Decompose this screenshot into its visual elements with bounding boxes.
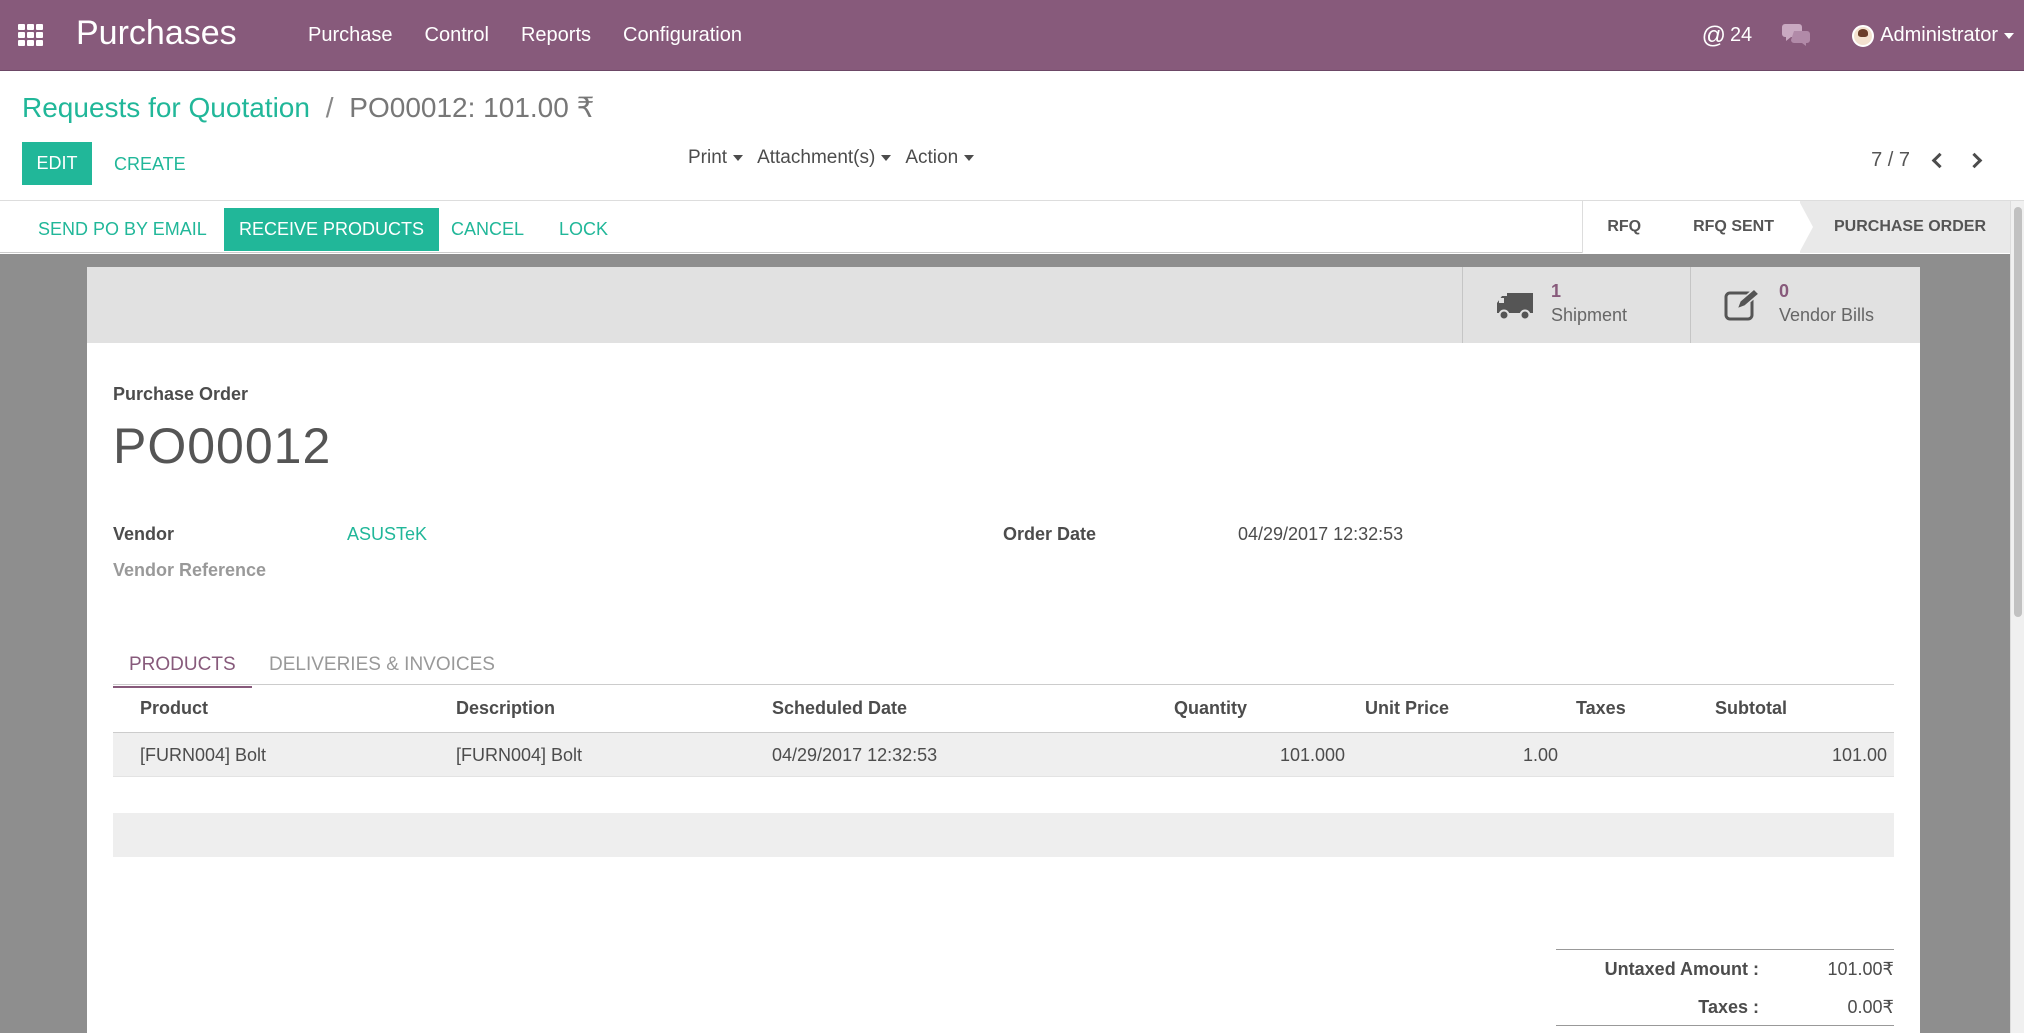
smart-button-box: 1 Shipment 0 Vendor Bills	[87, 267, 1920, 343]
order-date-field[interactable]: 04/29/2017 12:32:53	[1238, 524, 1403, 545]
apps-menu-icon[interactable]	[18, 24, 44, 46]
navbar-right: @ 24 Administrator	[1702, 0, 2024, 71]
top-navbar: Purchases Purchase Control Reports Confi…	[0, 0, 2024, 71]
pager: 7 / 7	[1871, 149, 1983, 172]
breadcrumb-current: PO00012: 101.00 ₹	[349, 92, 595, 123]
vendor-bills-count: 0	[1779, 281, 1790, 301]
mentions-count: 24	[1729, 24, 1753, 46]
chevron-down-icon	[964, 154, 975, 161]
totals-table: Untaxed Amount : 101.00₹ Taxes : 0.00₹	[1556, 949, 1894, 1026]
shipment-count: 1	[1551, 281, 1562, 301]
taxes-row: Taxes : 0.00₹	[1556, 988, 1894, 1026]
col-scheduled-date[interactable]: Scheduled Date	[772, 698, 907, 719]
order-lines-table: Product Description Scheduled Date Quant…	[113, 685, 1894, 857]
chevron-down-icon	[2004, 32, 2014, 39]
lock-button[interactable]: LOCK	[559, 208, 608, 251]
edit-button[interactable]: EDIT	[22, 142, 92, 185]
vendor-bills-label: Vendor Bills	[1779, 305, 1875, 325]
vendor-label: Vendor	[113, 524, 175, 544]
cell-unit-price: 1.00	[1523, 745, 1559, 765]
table-header: Product Description Scheduled Date Quant…	[113, 685, 1894, 733]
divider	[1556, 1025, 1894, 1026]
print-label: Print	[688, 147, 728, 168]
action-dropdown[interactable]: Action	[905, 147, 975, 169]
table-footer	[113, 813, 1894, 857]
receive-products-button[interactable]: RECEIVE PRODUCTS	[224, 208, 440, 251]
chevron-right-icon[interactable]	[1966, 152, 1983, 169]
menu-reports[interactable]: Reports	[521, 24, 591, 47]
col-unit-price[interactable]: Unit Price	[1365, 698, 1449, 719]
shipment-smart-button[interactable]: 1 Shipment	[1462, 267, 1690, 343]
col-product[interactable]: Product	[140, 698, 208, 719]
col-description[interactable]: Description	[456, 698, 555, 719]
control-panel: Requests for Quotation / PO00012: 101.00…	[0, 71, 2024, 201]
tab-deliveries-invoices[interactable]: DELIVERIES & INVOICES	[269, 654, 495, 676]
col-subtotal[interactable]: Subtotal	[1715, 698, 1787, 719]
chat-icon[interactable]	[1782, 21, 1822, 51]
chevron-down-icon	[733, 154, 744, 161]
top-menu: Purchase Control Reports Configuration	[308, 24, 742, 47]
cell-quantity: 101.000	[1280, 745, 1346, 765]
cell-description: [FURN004] Bolt	[456, 745, 583, 765]
stage-purchase-order[interactable]: PURCHASE ORDER	[1799, 201, 2010, 253]
avatar	[1852, 24, 1875, 47]
cell-scheduled-date: 04/29/2017 12:32:53	[772, 745, 938, 765]
menu-purchase[interactable]: Purchase	[308, 24, 393, 47]
sidebar-dropdowns: Print Attachment(s) Action	[688, 147, 975, 169]
breadcrumb-separator: /	[325, 92, 334, 123]
table-row[interactable]: [FURN004] Bolt [FURN004] Bolt 04/29/2017…	[113, 733, 1894, 777]
user-menu[interactable]: Administrator	[1852, 24, 2014, 47]
send-po-by-email-button[interactable]: SEND PO BY EMAIL	[38, 208, 207, 251]
col-taxes[interactable]: Taxes	[1576, 698, 1626, 719]
notebook-tabs: PRODUCTS DELIVERIES & INVOICES	[113, 642, 1894, 688]
shipment-label: Shipment	[1551, 305, 1628, 325]
untaxed-amount-row: Untaxed Amount : 101.00₹	[1556, 950, 1894, 988]
stage-rfq[interactable]: RFQ	[1583, 201, 1678, 253]
create-button[interactable]: CREATE	[114, 154, 186, 175]
vendor-field[interactable]: ASUSTeK	[347, 524, 427, 545]
mentions-button[interactable]: @ 24	[1702, 22, 1753, 50]
stage-rfq-sent[interactable]: RFQ SENT	[1663, 201, 1814, 253]
taxes-value: 0.00₹	[1847, 997, 1895, 1017]
edit-document-icon	[1724, 287, 1761, 321]
app-title: Purchases	[76, 14, 237, 52]
menu-configuration[interactable]: Configuration	[623, 24, 742, 47]
at-icon: @	[1701, 21, 1726, 49]
stage-arrow-inner	[1798, 201, 1813, 253]
truck-icon	[1497, 293, 1533, 321]
chevron-left-icon[interactable]	[1931, 152, 1948, 169]
untaxed-amount-value: 101.00₹	[1827, 959, 1894, 979]
document-name: PO00012	[113, 418, 332, 474]
tab-products[interactable]: PRODUCTS	[113, 654, 252, 688]
vendor-reference-label: Vendor Reference	[113, 560, 267, 580]
scrollbar[interactable]	[2010, 201, 2024, 1033]
cancel-button[interactable]: CANCEL	[451, 208, 524, 251]
user-name: Administrator	[1880, 24, 1998, 46]
breadcrumb: Requests for Quotation / PO00012: 101.00…	[22, 91, 594, 124]
stage-arrow-inner	[1662, 201, 1677, 253]
untaxed-amount-label: Untaxed Amount :	[1604, 959, 1759, 979]
menu-control[interactable]: Control	[425, 24, 489, 47]
cell-product: [FURN004] Bolt	[140, 745, 267, 765]
vendor-bills-smart-button[interactable]: 0 Vendor Bills	[1690, 267, 1918, 343]
print-dropdown[interactable]: Print	[688, 147, 744, 169]
breadcrumb-parent[interactable]: Requests for Quotation	[22, 92, 310, 123]
chevron-down-icon	[881, 154, 892, 161]
cell-subtotal: 101.00	[1831, 745, 1887, 765]
taxes-label: Taxes :	[1698, 997, 1759, 1017]
attachments-dropdown[interactable]: Attachment(s)	[757, 147, 892, 169]
order-date-label: Order Date	[1003, 524, 1097, 544]
statusbar: SEND PO BY EMAIL RECEIVE PRODUCTS CANCEL…	[0, 201, 2010, 253]
action-label: Action	[905, 147, 959, 168]
scrollbar-thumb[interactable]	[2014, 207, 2022, 617]
form-sheet: 1 Shipment 0 Vendor Bills Purchase Order…	[87, 267, 1920, 1033]
attachments-label: Attachment(s)	[757, 147, 876, 168]
status-stages: RFQ RFQ SENT PURCHASE ORDER	[1582, 201, 2010, 253]
col-quantity[interactable]: Quantity	[1174, 698, 1247, 719]
doc-type-label: Purchase Order	[113, 384, 249, 404]
pager-value[interactable]: 7 / 7	[1871, 149, 1910, 172]
